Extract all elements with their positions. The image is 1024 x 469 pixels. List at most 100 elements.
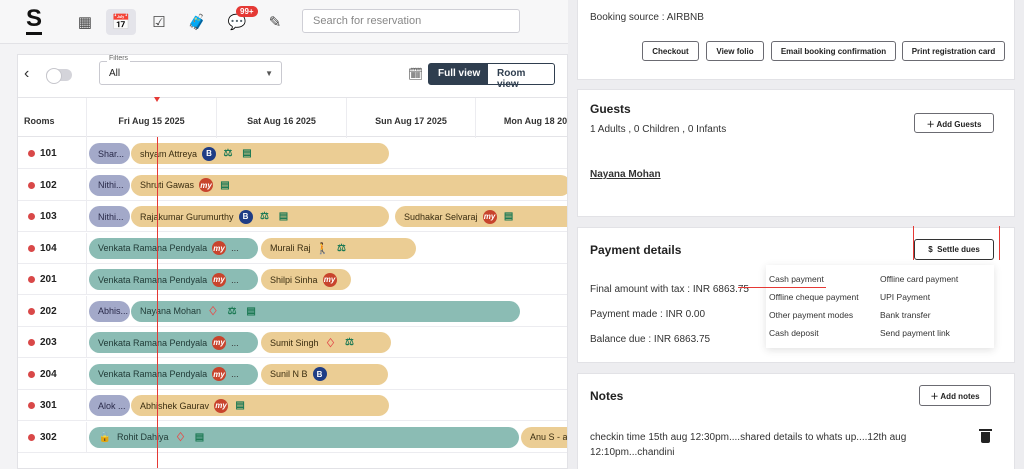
booking-bar[interactable]: Shar... <box>89 143 130 164</box>
room-label: 302 <box>40 431 57 443</box>
top-bar: S ▦ 📅 ☑ 🧳 💬 99+ ✎ Search for reservation <box>0 0 568 44</box>
chat-edit-icon[interactable]: ✎ <box>260 9 290 35</box>
room-label: 102 <box>40 179 57 191</box>
booking-bar[interactable]: Venkata Ramana Pendyala my... <box>89 237 258 259</box>
makemytrip-icon: my <box>212 272 227 287</box>
booking-bar[interactable]: Alok ... <box>89 395 130 416</box>
room-label: 201 <box>40 274 57 285</box>
airbnb-icon: ♢ <box>175 430 186 444</box>
print-registration-button[interactable]: Print registration card <box>902 41 1005 61</box>
add-notes-button[interactable]: ＋ Add notes <box>919 385 991 406</box>
room-number: 101 <box>18 138 87 169</box>
search-input[interactable]: Search for reservation <box>302 9 520 33</box>
room-label: 104 <box>40 242 57 254</box>
option-bank-transfer[interactable]: Bank transfer <box>880 310 931 320</box>
messages-icon[interactable]: 💬 99+ <box>222 6 258 35</box>
room-row: 102 Nithi... Shruti Gawas my ▤ <box>18 169 567 201</box>
scale-icon: ⚖ <box>337 242 346 254</box>
room-number: 204 <box>18 358 87 390</box>
room-row: 302 🔒 Rohit Dahiya ♢ ▤ Anu S - al <box>18 421 567 453</box>
app-logo: S <box>26 7 43 35</box>
booking-bar[interactable]: Shruti Gawas my ▤ <box>131 174 567 196</box>
notes-card: Notes ＋ Add notes checkin time 15th aug … <box>577 373 1015 469</box>
booking-bar[interactable]: Anu S - al <box>521 426 567 448</box>
room-row: 103 Nithi... Rajakumar Gurumurthy B ⚖ ▤ Sudhak… <box>18 201 567 232</box>
balance-due: Balance due : INR 6863.75 <box>590 334 711 345</box>
email-confirmation-button[interactable]: Email booking confirmation <box>771 41 896 61</box>
booking-bar[interactable]: Venkata Ramana Pendyala my... <box>89 332 258 353</box>
option-offline-cheque[interactable]: Offline cheque payment <box>769 292 859 302</box>
guest-name: Nayana Mohan <box>140 306 202 316</box>
room-row: 301 Alok ... Abhishek Gaurav my ▤ <box>18 390 567 421</box>
room-number: 102 <box>18 169 87 201</box>
booking-bar[interactable]: Venkata Ramana Pendyala my... <box>89 269 258 290</box>
checklist-icon[interactable]: ☑ <box>144 9 174 35</box>
room-status-dot <box>28 150 35 157</box>
booking-bar[interactable]: Abhis... <box>89 300 130 322</box>
booking-icon: B <box>202 146 217 161</box>
booking-bar[interactable]: Nithi... <box>89 174 130 196</box>
option-other-modes[interactable]: Other payment modes <box>769 310 853 320</box>
guest-name: Shruti Gawas <box>140 180 195 190</box>
payment-made: Payment made : INR 0.00 <box>590 309 706 320</box>
booking-bar[interactable]: Sumit Singh ♢ ⚖ <box>261 332 391 353</box>
back-arrow-icon[interactable]: ‹ <box>24 65 29 83</box>
lock-icon: 🔒 <box>98 431 112 443</box>
checkout-button[interactable]: Checkout <box>642 41 699 61</box>
filter-select[interactable]: Filters All ▼ <box>99 55 282 85</box>
room-row: 203 Venkata Ramana Pendyala my... Sumit Sin… <box>18 327 567 358</box>
booking-bar[interactable]: shyam Attreya B ⚖ ▤ <box>131 143 389 164</box>
note-icon: ▤ <box>503 211 514 222</box>
bellboy-icon[interactable]: 🧳 <box>182 9 212 35</box>
option-offline-card[interactable]: Offline card payment <box>880 274 958 284</box>
room-status-dot <box>28 370 35 378</box>
booking-bar[interactable]: Murali Raj 🚶 ⚖ <box>261 237 416 259</box>
room-row: 101 Shar... shyam Attreya B ⚖ ▤ <box>18 138 567 169</box>
room-status-dot <box>28 307 35 315</box>
guest-name: Sudhakar Selvaraj <box>404 211 478 222</box>
date-header: Mon Aug 18 2025 <box>476 98 567 138</box>
option-cash-payment[interactable]: Cash payment <box>769 274 824 284</box>
add-guests-button[interactable]: ＋ Add Guests <box>914 113 994 133</box>
grid-icon[interactable]: ▦ <box>70 9 100 35</box>
scale-icon: ⚖ <box>223 148 233 159</box>
notification-badge: 99+ <box>236 6 258 17</box>
guest-name: Abhishek Gaurav <box>140 400 210 411</box>
booking-bar[interactable]: 🔒 Rohit Dahiya ♢ ▤ <box>89 426 519 448</box>
booking-bar[interactable]: Sunil N B B <box>261 363 388 385</box>
booking-bar[interactable]: Nayana Mohan ♢ ⚖ ▤ <box>131 300 520 322</box>
view-toggle[interactable] <box>46 68 72 84</box>
highlight-line <box>913 226 914 260</box>
view-folio-button[interactable]: View folio <box>706 41 764 61</box>
current-time-line <box>157 137 158 468</box>
booking-bar[interactable]: Nithi... <box>89 206 130 227</box>
chevron-down-icon: ▼ <box>265 69 273 78</box>
booking-bar[interactable]: Venkata Ramana Pendyala my... <box>89 363 258 385</box>
guest-name-link[interactable]: Nayana Mohan <box>590 169 661 180</box>
trash-icon[interactable] <box>979 429 992 443</box>
full-view-button[interactable]: Full view <box>428 63 491 85</box>
note-icon: ▤ <box>194 431 205 443</box>
calendar-icon[interactable]: 📅 <box>106 9 136 35</box>
option-upi[interactable]: UPI Payment <box>880 292 930 302</box>
booking-bar[interactable]: Rajakumar Gurumurthy B ⚖ ▤ <box>131 206 389 227</box>
room-row: 201 Venkata Ramana Pendyala my... Shilpi Si… <box>18 264 567 295</box>
room-number: 104 <box>18 232 87 264</box>
final-amount: Final amount with tax : INR 6863.75 <box>590 284 749 295</box>
room-row: 204 Venkata Ramana Pendyala my... Sunil N B… <box>18 358 567 390</box>
scale-icon: ⚖ <box>260 211 270 222</box>
booking-bar[interactable]: Sudhakar Selvaraj my ▤ <box>395 206 567 227</box>
scheduler: ‹ Filters All ▼ 🗓 Full view Room view Ro… <box>17 54 568 469</box>
makemytrip-icon: my <box>212 367 227 381</box>
airbnb-icon: ♢ <box>325 335 336 350</box>
guest-name: shyam Attreya <box>140 148 198 159</box>
option-cash-deposit[interactable]: Cash deposit <box>769 328 819 338</box>
calendar-picker-icon[interactable]: 🗓 <box>408 67 423 81</box>
guest-name: Rohit Dahiya <box>117 432 169 442</box>
guest-name: Murali Raj <box>270 243 311 253</box>
option-payment-link[interactable]: Send payment link <box>880 328 950 338</box>
settle-dues-button[interactable]: $ Settle dues <box>914 239 994 260</box>
room-view-button[interactable]: Room view <box>487 63 555 90</box>
booking-bar[interactable]: Abhishek Gaurav my ▤ <box>131 395 389 416</box>
booking-bar[interactable]: Shilpi Sinha my <box>261 269 351 290</box>
